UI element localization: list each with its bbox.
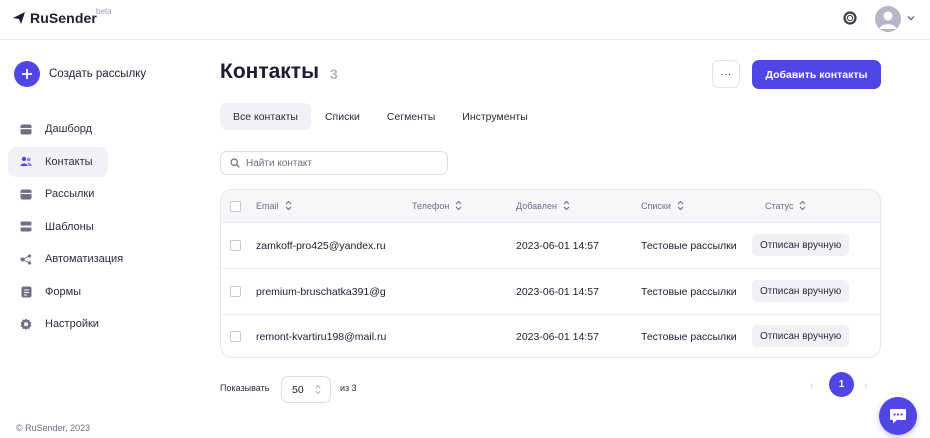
sidebar-item-contacts[interactable]: Контакты: [8, 146, 108, 177]
contact-added-date: 2023-06-01 14:57: [516, 286, 599, 298]
total-pages-label: из 3: [340, 383, 357, 393]
contacts-count: 3: [330, 66, 338, 82]
contact-email: remont-kvartiru198@mail.ru: [256, 331, 387, 343]
column-header-label: Добавлен: [516, 200, 557, 211]
dashboard-icon: [20, 123, 32, 135]
column-header-label: Email: [256, 200, 279, 211]
settings-icon: [20, 318, 32, 330]
row-checkbox[interactable]: [230, 286, 241, 297]
sidebar-item-forms[interactable]: Формы: [8, 277, 108, 307]
contacts-table: Email Телефон Добавлен Списки Статус zam…: [220, 189, 881, 358]
next-page-button[interactable]: ›: [864, 380, 867, 391]
create-mailing-label: Создать рассылку: [49, 68, 147, 80]
page-title: Контакты: [220, 60, 320, 83]
chat-bubble-icon: [890, 408, 906, 423]
prev-page-button[interactable]: ‹: [810, 380, 813, 391]
status-ring-icon[interactable]: [842, 10, 858, 26]
logo[interactable]: RuSender: [12, 10, 97, 26]
automation-icon: [20, 253, 32, 265]
sidebar-item-label: Настройки: [45, 318, 99, 330]
sort-icon: [285, 200, 291, 211]
tab-lists[interactable]: Списки: [312, 103, 373, 130]
top-header: RuSender beta: [0, 0, 930, 40]
more-options-button[interactable]: ···: [712, 60, 740, 88]
sidebar-item-label: Рассылки: [45, 188, 95, 200]
sort-icon: [677, 200, 684, 211]
tab-tools[interactable]: Инструменты: [449, 103, 540, 130]
brand-name: RuSender: [30, 10, 97, 26]
current-page-button[interactable]: 1: [829, 372, 854, 397]
tab-all-contacts[interactable]: Все контакты: [220, 103, 311, 130]
per-page-value: 50: [292, 383, 304, 396]
status-badge: Отписан вручную: [752, 325, 850, 347]
forms-icon: [20, 286, 32, 298]
contacts-tabs: Все контакты Списки Сегменты Инструменты: [220, 103, 542, 130]
table-row[interactable]: remont-kvartiru198@mail.ru 2023-06-01 14…: [221, 314, 880, 357]
sidebar-item-settings[interactable]: Настройки: [8, 309, 108, 339]
status-badge: Отписан вручную: [752, 280, 850, 302]
sidebar-item-label: Формы: [45, 285, 82, 298]
contact-added-date: 2023-06-01 14:57: [516, 240, 599, 252]
templates-icon: [20, 221, 32, 233]
column-header-email[interactable]: Email: [256, 200, 292, 211]
contact-lists: Тестовые рассылки: [641, 240, 737, 252]
column-header-lists[interactable]: Списки: [641, 200, 684, 211]
plus-icon: [14, 61, 40, 87]
sidebar-item-mailings[interactable]: Рассылки: [8, 179, 108, 209]
sidebar-item-label: Дашборд: [45, 123, 93, 135]
column-header-added[interactable]: Добавлен: [516, 200, 570, 211]
contacts-icon: [20, 156, 32, 168]
column-header-phone[interactable]: Телефон: [412, 200, 462, 211]
mailings-icon: [20, 188, 32, 200]
sidebar-item-label: Шаблоны: [45, 220, 94, 233]
sidebar-item-dashboard[interactable]: Дашборд: [8, 114, 108, 144]
beta-badge: beta: [96, 7, 112, 16]
column-header-label: Списки: [641, 200, 671, 211]
create-mailing-button[interactable]: Создать рассылку: [14, 61, 146, 87]
column-header-status[interactable]: Статус: [765, 200, 806, 211]
add-contacts-button[interactable]: Добавить контакты: [752, 60, 881, 89]
sort-icon: [455, 200, 462, 211]
chevron-down-icon[interactable]: [906, 14, 916, 22]
search-box: [220, 151, 448, 175]
footer-copyright: © RuSender, 2023: [16, 423, 91, 433]
sidebar-item-label: Автоматизация: [45, 253, 124, 265]
contact-email: premium-bruschatka391@g: [256, 286, 386, 298]
contact-email: zamkoff-pro425@yandex.ru: [256, 240, 386, 252]
sidebar-item-automation[interactable]: Автоматизация: [8, 244, 123, 274]
column-header-label: Статус: [765, 200, 794, 211]
sidebar-nav: Дашборд Контакты Рассылки Шаблоны Автома…: [8, 114, 123, 342]
sidebar-item-label: Контакты: [45, 155, 93, 168]
user-avatar[interactable]: [875, 6, 901, 32]
paper-plane-icon: [13, 12, 25, 24]
per-page-select[interactable]: 50: [281, 376, 331, 403]
tab-segments[interactable]: Сегменты: [374, 103, 448, 130]
select-all-checkbox[interactable]: [230, 201, 241, 212]
sort-icon: [563, 200, 570, 211]
contact-lists: Тестовые рассылки: [641, 286, 737, 298]
table-row[interactable]: zamkoff-pro425@yandex.ru 2023-06-01 14:5…: [221, 222, 880, 267]
chat-support-button[interactable]: [879, 397, 917, 435]
contact-lists: Тестовые рассылки: [641, 331, 737, 343]
status-badge: Отписан вручную: [752, 234, 850, 256]
contact-added-date: 2023-06-01 14:57: [516, 331, 599, 343]
per-page-label: Показывать: [220, 383, 270, 393]
table-row[interactable]: premium-bruschatka391@g 2023-06-01 14:57…: [221, 268, 880, 313]
select-arrows-icon: [315, 384, 321, 395]
user-silhouette-icon: [879, 11, 897, 29]
row-checkbox[interactable]: [230, 240, 241, 251]
row-checkbox[interactable]: [230, 331, 241, 342]
search-input[interactable]: [246, 157, 436, 169]
search-icon: [230, 158, 240, 168]
sidebar-item-templates[interactable]: Шаблоны: [8, 212, 108, 242]
column-header-label: Телефон: [412, 200, 450, 211]
sort-icon: [800, 200, 806, 211]
table-header: Email Телефон Добавлен Списки Статус: [221, 190, 880, 222]
